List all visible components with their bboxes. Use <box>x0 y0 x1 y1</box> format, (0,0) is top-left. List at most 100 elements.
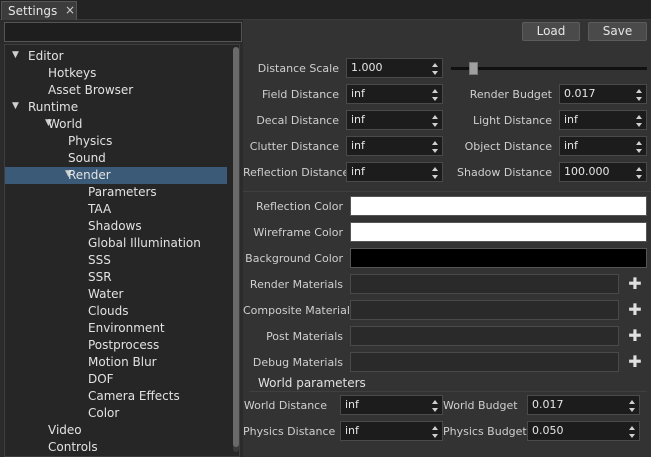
tree-scrollbar[interactable] <box>233 47 239 452</box>
spin-down-icon[interactable] <box>432 408 438 412</box>
spin-up-icon[interactable] <box>432 141 438 145</box>
spin-up-icon[interactable] <box>432 426 438 430</box>
spin-down-icon[interactable] <box>432 434 438 438</box>
distance-input[interactable]: 100.000 <box>559 162 647 182</box>
tree-item[interactable]: ▼ World <box>5 116 227 133</box>
spin-down-icon[interactable] <box>432 175 438 179</box>
distance-input[interactable]: inf <box>346 136 443 156</box>
tree-item[interactable]: Physics <box>5 133 227 150</box>
tree-item[interactable]: Controls <box>5 439 227 456</box>
save-button[interactable]: Save <box>588 22 647 41</box>
materials-list[interactable] <box>350 300 619 320</box>
spin-down-icon[interactable] <box>432 97 438 101</box>
spin-up-icon[interactable] <box>629 400 635 404</box>
tree-item[interactable]: Video <box>5 422 227 439</box>
spin-up-icon[interactable] <box>432 63 438 67</box>
tree-item[interactable]: Postprocess <box>5 337 227 354</box>
tree-item[interactable]: TAA <box>5 201 227 218</box>
tree-item[interactable]: Camera Effects <box>5 388 227 405</box>
spin-down-icon[interactable] <box>636 149 642 153</box>
color-swatch[interactable] <box>350 248 647 268</box>
distance-input[interactable]: inf <box>559 110 647 130</box>
tree-item[interactable]: Global Illumination <box>5 235 227 252</box>
tree-item-label: Water <box>88 287 124 301</box>
spin-up-icon[interactable] <box>432 167 438 171</box>
spin-up-icon[interactable] <box>636 167 642 171</box>
slider-handle[interactable] <box>469 62 478 75</box>
spin-up-icon[interactable] <box>432 89 438 93</box>
spin-up-icon[interactable] <box>636 115 642 119</box>
color-swatch[interactable] <box>350 196 647 216</box>
tree-item[interactable]: SSR <box>5 269 227 286</box>
distance-scale-label: Distance Scale <box>257 62 339 75</box>
tree-item[interactable]: Sound <box>5 150 227 167</box>
spin-down-icon[interactable] <box>629 408 635 412</box>
materials-list[interactable] <box>350 274 619 294</box>
spin-up-icon[interactable] <box>629 426 635 430</box>
spin-down-icon[interactable] <box>636 97 642 101</box>
tree-item[interactable]: Clouds <box>5 303 227 320</box>
distance-input[interactable]: inf <box>346 84 443 104</box>
spin-down-icon[interactable] <box>432 71 438 75</box>
add-icon[interactable]: ✚ <box>628 326 642 346</box>
materials-label: Render Materials <box>249 278 343 291</box>
world-input[interactable]: inf <box>340 421 443 441</box>
spin-down-icon[interactable] <box>432 149 438 153</box>
spin-up-icon[interactable] <box>432 400 438 404</box>
tree-item-label: Parameters <box>88 185 157 199</box>
tab-settings[interactable]: Settings × <box>1 1 77 20</box>
spin-up-icon[interactable] <box>636 141 642 145</box>
add-icon[interactable]: ✚ <box>628 352 642 372</box>
tree-item-label: SSR <box>88 270 112 284</box>
distance-input[interactable]: inf <box>559 136 647 156</box>
load-button[interactable]: Load <box>522 22 580 41</box>
materials-list[interactable] <box>350 326 619 346</box>
tree-item[interactable]: Hotkeys <box>5 65 227 82</box>
distance-scale-slider[interactable] <box>451 62 647 75</box>
add-icon[interactable]: ✚ <box>628 274 642 294</box>
tree-item-label: Sound <box>68 151 106 165</box>
spin-up-icon[interactable] <box>636 89 642 93</box>
tree-item[interactable]: Asset Browser <box>5 82 227 99</box>
spin-down-icon[interactable] <box>432 123 438 127</box>
tree-item[interactable]: ▼ Runtime <box>5 99 227 116</box>
world-input[interactable]: 0.017 <box>527 395 640 415</box>
left-pane: ▼ Editor Hotkeys Asset Browser ▼ Runtime ▼ Worl… <box>0 20 243 457</box>
tree-item[interactable]: SSS <box>5 252 227 269</box>
spin-down-icon[interactable] <box>629 434 635 438</box>
tree-item[interactable]: Environment <box>5 320 227 337</box>
tree-item[interactable]: DOF <box>5 371 227 388</box>
distance-input[interactable]: inf <box>346 110 443 130</box>
world-input[interactable]: 0.050 <box>527 421 640 441</box>
tree-item[interactable]: Shadows <box>5 218 227 235</box>
tree-item-label: SSS <box>88 253 111 267</box>
world-input[interactable]: inf <box>340 395 443 415</box>
tree-item[interactable]: Color <box>5 405 227 422</box>
expand-arrow-icon[interactable]: ▼ <box>12 50 19 60</box>
tree-item[interactable]: Water <box>5 286 227 303</box>
tree-item-label: Editor <box>28 49 64 63</box>
distance-input[interactable]: 0.017 <box>559 84 647 104</box>
tree-item-label: Hotkeys <box>48 66 97 80</box>
spin-down-icon[interactable] <box>636 175 642 179</box>
materials-list[interactable] <box>350 352 619 372</box>
expand-arrow-icon[interactable]: ▼ <box>12 101 19 111</box>
distance-input[interactable]: inf <box>346 162 443 182</box>
close-icon[interactable]: × <box>65 3 75 17</box>
tree-scrollbar-thumb[interactable] <box>233 47 239 447</box>
tree-item[interactable]: ▼ Editor <box>5 48 227 65</box>
tree-item[interactable]: Parameters <box>5 184 227 201</box>
tree-item[interactable]: Motion Blur <box>5 354 227 371</box>
tree-item-label: Environment <box>88 321 165 335</box>
materials-label: Post Materials <box>266 330 343 343</box>
search-input[interactable] <box>4 22 242 42</box>
add-icon[interactable]: ✚ <box>628 300 642 320</box>
spin-down-icon[interactable] <box>636 123 642 127</box>
tree-item-label: Global Illumination <box>88 236 201 250</box>
tree-item-label: Video <box>48 423 82 437</box>
distance-scale-input[interactable]: 1.000 <box>346 58 443 78</box>
tree-item[interactable]: ▼ Render <box>5 167 227 184</box>
world-field-label: Physics Distance <box>243 425 336 438</box>
color-swatch[interactable] <box>350 222 647 242</box>
spin-up-icon[interactable] <box>432 115 438 119</box>
